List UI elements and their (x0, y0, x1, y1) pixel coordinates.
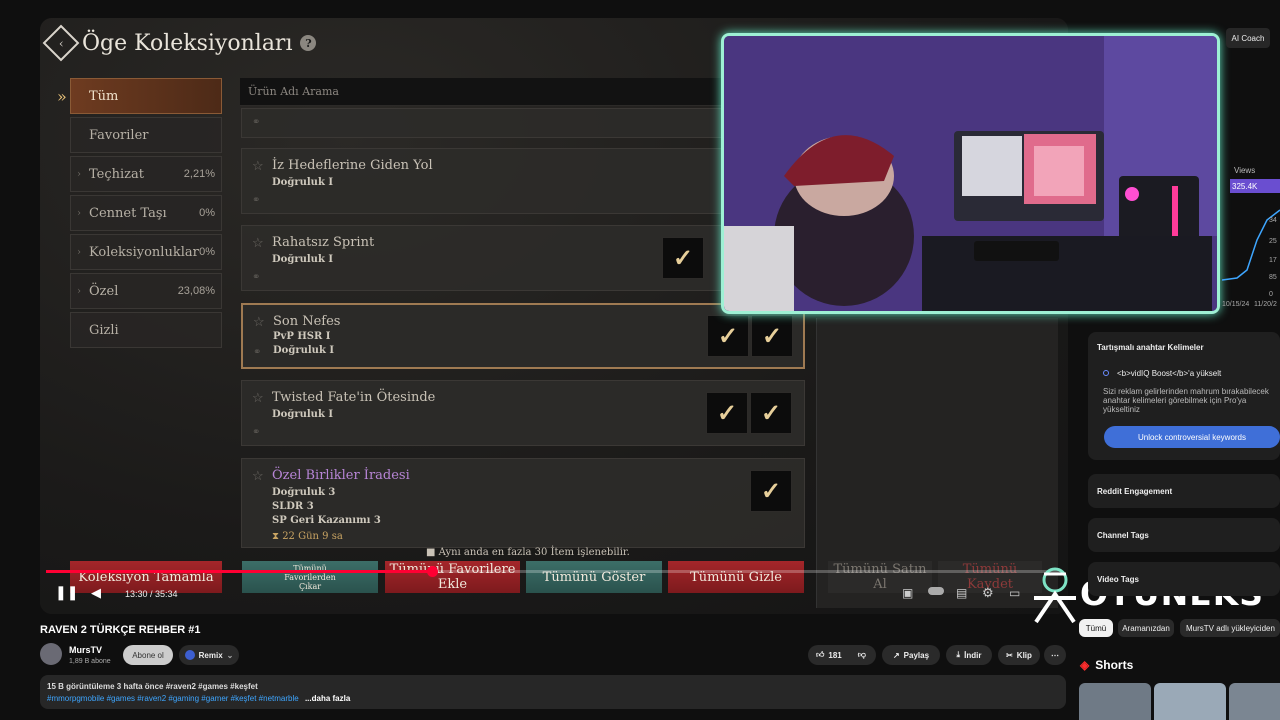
thumbs-down-icon[interactable]: 👎︎ (858, 650, 866, 660)
filter-from-search[interactable]: Aramanızdan (1118, 619, 1174, 637)
description-box[interactable]: 15 B görüntüleme 3 hafta önce #raven2 #g… (40, 675, 1066, 709)
category-favorites[interactable]: Favoriler (70, 117, 222, 153)
video-tags-line: #mmorpgmobile #games #raven2 #gaming #ga… (47, 694, 351, 703)
download-button[interactable]: ⤓ İndir (946, 645, 992, 665)
checkmark-icon[interactable]: ✓ (706, 392, 748, 434)
pause-icon[interactable]: ❚❚ (55, 584, 78, 601)
link-icon: ⚭ (253, 347, 262, 358)
video-meta: 15 B görüntüleme 3 hafta önce #raven2 #g… (47, 682, 258, 691)
star-icon[interactable]: ☆ (253, 314, 265, 330)
link-icon: ⚭ (252, 117, 261, 128)
download-icon: ⤓ (956, 650, 961, 659)
chevron-right-icon: › (77, 168, 81, 180)
checkmark-icon[interactable]: ✓ (662, 237, 704, 279)
reddit-engagement-card[interactable]: Reddit Engagement (1088, 474, 1280, 508)
views-chart: Views 325.4K 34 25 17 85 0 10/15/24 11/2… (1222, 160, 1280, 310)
views-value: 325.4K (1230, 179, 1280, 193)
category-list: » Tüm Favoriler › Teçhizat 2,21% › Cennet T… (57, 78, 222, 351)
vidiq-icon (1103, 370, 1109, 376)
active-marker-icon: » (57, 86, 67, 106)
mascot-icon (1034, 567, 1076, 624)
video-title: RAVEN 2 TÜRKÇE REHBER #1 (40, 624, 201, 636)
link-icon: ⚭ (252, 272, 261, 283)
remix-button[interactable]: Remix ⌄ (179, 645, 239, 665)
remix-icon (184, 650, 195, 660)
link-icon: ⚭ (252, 427, 261, 438)
thumbs-up-icon[interactable]: 👍︎ (816, 650, 824, 660)
buy-all-button[interactable]: Tümünü Satın Al (828, 561, 932, 593)
settings-icon[interactable]: ⚙ (982, 585, 994, 601)
scissors-icon: ✂ (1006, 650, 1013, 660)
more-actions-button[interactable]: ⋯ (1044, 645, 1066, 665)
collection-title: ‹ Öge Koleksiyonları ? (42, 24, 317, 62)
star-icon[interactable]: ☆ (252, 468, 264, 484)
shorts-icon: ◈ (1080, 658, 1090, 672)
show-all-button[interactable]: Tümünü Göster (526, 561, 662, 593)
category-heaven-stone[interactable]: › Cennet Taşı 0% (70, 195, 222, 231)
clip-button[interactable]: ✂ Klip (998, 645, 1040, 665)
progress-knob[interactable] (427, 566, 439, 577)
share-icon: ↗ (892, 650, 900, 660)
hide-all-button[interactable]: Tümünü Gizle (668, 561, 804, 593)
controversial-keywords-card: Tartışmalı anahtar Kelimeler <b>vidIQ Bo… (1088, 332, 1280, 460)
theater-icon[interactable]: ▭ (1009, 586, 1020, 600)
chevron-right-icon: › (77, 285, 81, 297)
filter-all[interactable]: Tümü (1079, 619, 1113, 637)
list-item[interactable]: ☆ Twisted Fate'in Ötesinde Doğruluk I ⚭ … (241, 380, 805, 446)
webcam-scene (724, 36, 1217, 311)
autoplay-toggle[interactable] (928, 587, 944, 595)
checkmark-icon[interactable]: ✓ (750, 470, 792, 512)
remove-all-favorites-button[interactable]: Tümünü Favorilerden Çıkar (242, 561, 378, 593)
checkmark-icon[interactable]: ✓ (750, 392, 792, 434)
category-special[interactable]: › Özel 23,08% (70, 273, 222, 309)
checkmark-icon[interactable]: ✓ (751, 315, 793, 357)
like-dislike-group: 👍︎ 181 👎︎ (808, 645, 876, 665)
channel-avatar[interactable] (40, 643, 62, 665)
chevron-right-icon: › (77, 246, 81, 258)
star-icon[interactable]: ☆ (252, 235, 264, 251)
webcam-overlay (721, 33, 1220, 314)
back-icon[interactable]: ‹ (42, 24, 80, 62)
unlock-keywords-button[interactable]: Unlock controversial keywords (1104, 426, 1280, 448)
video-progress-bar[interactable] (46, 566, 1062, 577)
video-tags-card[interactable]: Video Tags (1088, 562, 1280, 596)
category-all[interactable]: » Tüm (57, 78, 222, 114)
chevron-right-icon: › (77, 207, 81, 219)
item-search-input[interactable]: Ürün Adı Arama (240, 78, 760, 106)
ai-coach-button[interactable]: AI Coach (1226, 28, 1270, 48)
category-collectibles[interactable]: › Koleksiyonluklar 0% (70, 234, 222, 270)
channel-tags-card[interactable]: Channel Tags (1088, 518, 1280, 552)
help-icon[interactable]: ? (300, 35, 317, 51)
page: ‹ Öge Koleksiyonları ? » Tüm Favoriler ›… (0, 0, 1280, 720)
time-display: 13:30 / 35:34 (125, 589, 178, 599)
category-hidden[interactable]: Gizli (70, 312, 222, 348)
add-all-favorites-button[interactable]: Tümünü Favorilere Ekle (385, 561, 520, 593)
star-icon[interactable]: ☆ (252, 158, 264, 174)
filter-from-uploader[interactable]: MursTV adlı yükleyiciden (1180, 619, 1280, 637)
short-thumbnail[interactable] (1154, 683, 1226, 720)
category-equipment[interactable]: › Teçhizat 2,21% (70, 156, 222, 192)
share-button[interactable]: ↗ Paylaş (882, 645, 940, 665)
link-icon: ⚭ (252, 195, 261, 206)
channel-name[interactable]: MursTV (69, 645, 102, 655)
subscriber-count: 1,89 B abone (69, 658, 111, 665)
list-item-selected[interactable]: ☆ Son Nefes PvP HSR I Doğruluk I ⚭ ✓ ✓ (241, 303, 805, 369)
process-limit-notice: ■ Aynı anda en fazla 30 İtem işlenebilir… (426, 547, 630, 558)
subscribe-button[interactable]: Abone ol (123, 645, 173, 665)
short-thumbnail[interactable] (1079, 683, 1151, 720)
short-thumbnail[interactable] (1229, 683, 1280, 720)
checkmark-icon[interactable]: ✓ (707, 315, 749, 357)
subtitles-icon[interactable]: ▤ (956, 586, 967, 600)
chevron-down-icon: ⌄ (226, 650, 234, 660)
star-icon[interactable]: ☆ (252, 390, 264, 406)
shorts-header: ◈ Shorts (1080, 658, 1134, 672)
progress-fill (46, 570, 433, 573)
collection-title-text: Öge Koleksiyonları (82, 30, 293, 56)
list-item[interactable]: ☆ Özel Birlikler İradesi Doğruluk 3 SLDR… (241, 458, 805, 548)
volume-icon[interactable]: ◀ (91, 585, 101, 601)
more-icon: ⋯ (1051, 650, 1059, 660)
miniplayer-icon[interactable]: ▣ (902, 586, 913, 600)
